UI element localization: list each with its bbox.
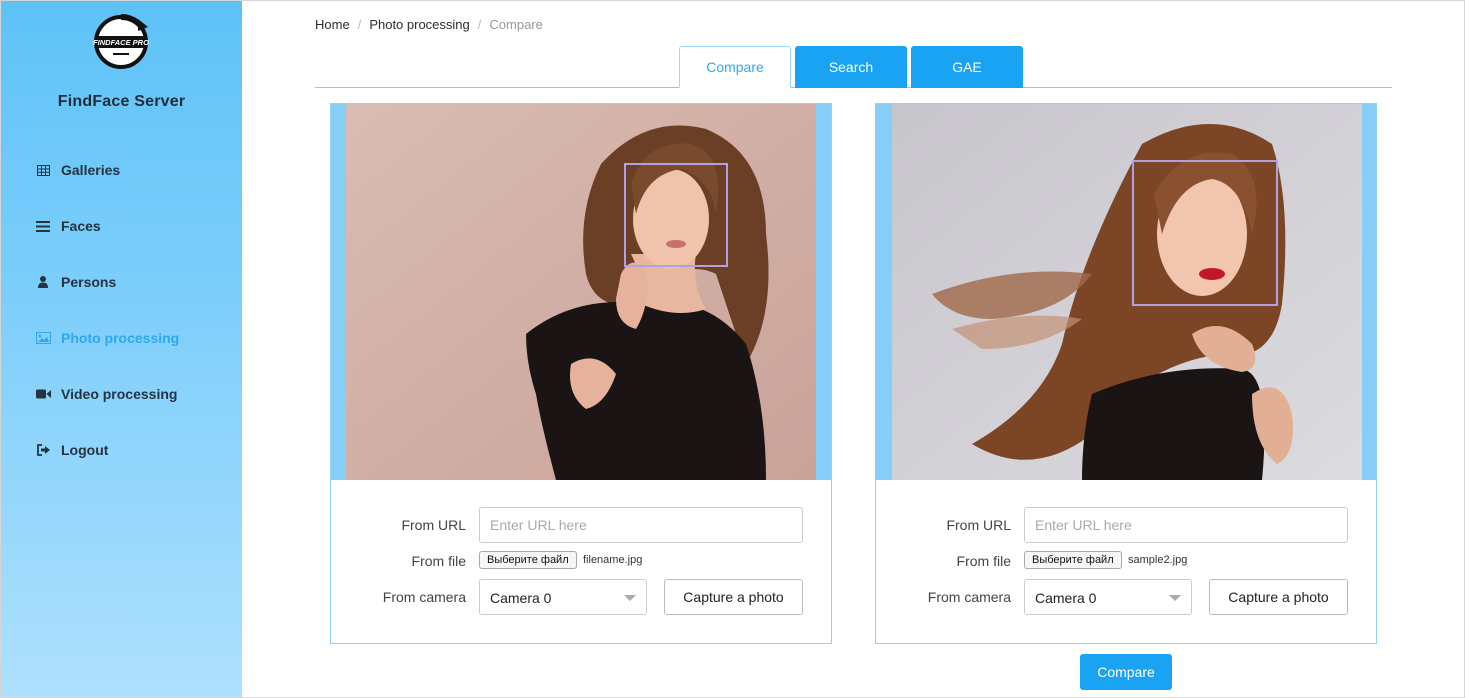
sidebar-item-label: Video processing bbox=[61, 386, 178, 402]
capture-photo-button[interactable]: Capture a photo bbox=[1209, 579, 1348, 615]
chevron-down-icon bbox=[624, 595, 636, 601]
compare-panel-left: From URL From file Выберите файл filenam… bbox=[330, 103, 832, 644]
camera-select-value: Camera 0 bbox=[490, 590, 552, 606]
tab-compare[interactable]: Compare bbox=[679, 46, 791, 88]
capture-photo-button[interactable]: Capture a photo bbox=[664, 579, 803, 615]
uploaded-photo bbox=[346, 104, 816, 480]
sidebar-item-persons[interactable]: Persons bbox=[35, 264, 116, 300]
from-url-label: From URL bbox=[946, 517, 1011, 533]
uploaded-photo bbox=[892, 104, 1362, 480]
sidebar: FINDFACE PRO FindFace Server Galleries F… bbox=[1, 1, 242, 697]
sidebar-item-logout[interactable]: Logout bbox=[35, 432, 108, 468]
face-bounding-box[interactable] bbox=[1132, 160, 1278, 306]
sign-out-icon bbox=[35, 442, 51, 458]
choose-file-button[interactable]: Выберите файл bbox=[479, 551, 577, 569]
camera-select-value: Camera 0 bbox=[1035, 590, 1097, 606]
sidebar-item-label: Galleries bbox=[61, 162, 121, 178]
url-row: From URL bbox=[876, 507, 1376, 543]
url-row: From URL bbox=[331, 507, 831, 543]
face-bounding-box[interactable] bbox=[624, 163, 728, 267]
sidebar-item-label: Photo processing bbox=[61, 330, 180, 346]
breadcrumb: Home / Photo processing / Compare bbox=[315, 17, 543, 32]
breadcrumb-photo-processing[interactable]: Photo processing bbox=[369, 17, 469, 32]
from-camera-label: From camera bbox=[382, 589, 466, 605]
url-input[interactable] bbox=[1024, 507, 1348, 543]
photo-area bbox=[331, 104, 831, 480]
breadcrumb-separator: / bbox=[357, 17, 362, 32]
file-row: From file Выберите файл filename.jpg bbox=[331, 543, 831, 579]
sidebar-item-label: Logout bbox=[61, 442, 109, 458]
camera-select[interactable]: Camera 0 bbox=[1024, 579, 1192, 615]
compare-panel-right: From URL From file Выберите файл sample2… bbox=[875, 103, 1377, 644]
tab-gae[interactable]: GAE bbox=[911, 46, 1023, 88]
sidebar-item-video-processing[interactable]: Video processing bbox=[35, 376, 177, 412]
logo-text: FINDFACE PRO bbox=[93, 38, 149, 47]
choose-file-button[interactable]: Выберите файл bbox=[1024, 551, 1122, 569]
from-url-label: From URL bbox=[401, 517, 466, 533]
sidebar-item-galleries[interactable]: Galleries bbox=[35, 152, 120, 188]
breadcrumb-home[interactable]: Home bbox=[315, 17, 350, 32]
sidebar-item-faces[interactable]: Faces bbox=[35, 208, 101, 244]
image-icon bbox=[35, 330, 51, 346]
list-icon bbox=[35, 218, 51, 234]
breadcrumb-separator: / bbox=[477, 17, 482, 32]
sidebar-item-label: Persons bbox=[61, 274, 117, 290]
camera-row: From camera Camera 0 Capture a photo bbox=[876, 579, 1376, 615]
camera-row: From camera Camera 0 Capture a photo bbox=[331, 579, 831, 615]
from-file-label: From file bbox=[411, 553, 466, 569]
video-camera-icon bbox=[35, 386, 51, 402]
file-row: From file Выберите файл sample2.jpg bbox=[876, 543, 1376, 579]
photo-area bbox=[876, 104, 1376, 480]
tab-search[interactable]: Search bbox=[795, 46, 907, 88]
url-input[interactable] bbox=[479, 507, 803, 543]
user-icon bbox=[35, 274, 51, 290]
table-icon bbox=[35, 162, 51, 178]
compare-button[interactable]: Compare bbox=[1080, 654, 1172, 690]
file-name: filename.jpg bbox=[583, 554, 643, 566]
from-file-label: From file bbox=[956, 553, 1011, 569]
file-name: sample2.jpg bbox=[1128, 554, 1188, 566]
app-title: FindFace Server bbox=[57, 93, 186, 110]
from-camera-label: From camera bbox=[927, 589, 1011, 605]
camera-select[interactable]: Camera 0 bbox=[479, 579, 647, 615]
sidebar-item-label: Faces bbox=[61, 218, 101, 234]
chevron-down-icon bbox=[1169, 595, 1181, 601]
findface-logo: FINDFACE PRO bbox=[92, 13, 150, 71]
sidebar-item-photo-processing[interactable]: Photo processing bbox=[35, 320, 179, 356]
breadcrumb-current: Compare bbox=[489, 17, 543, 32]
